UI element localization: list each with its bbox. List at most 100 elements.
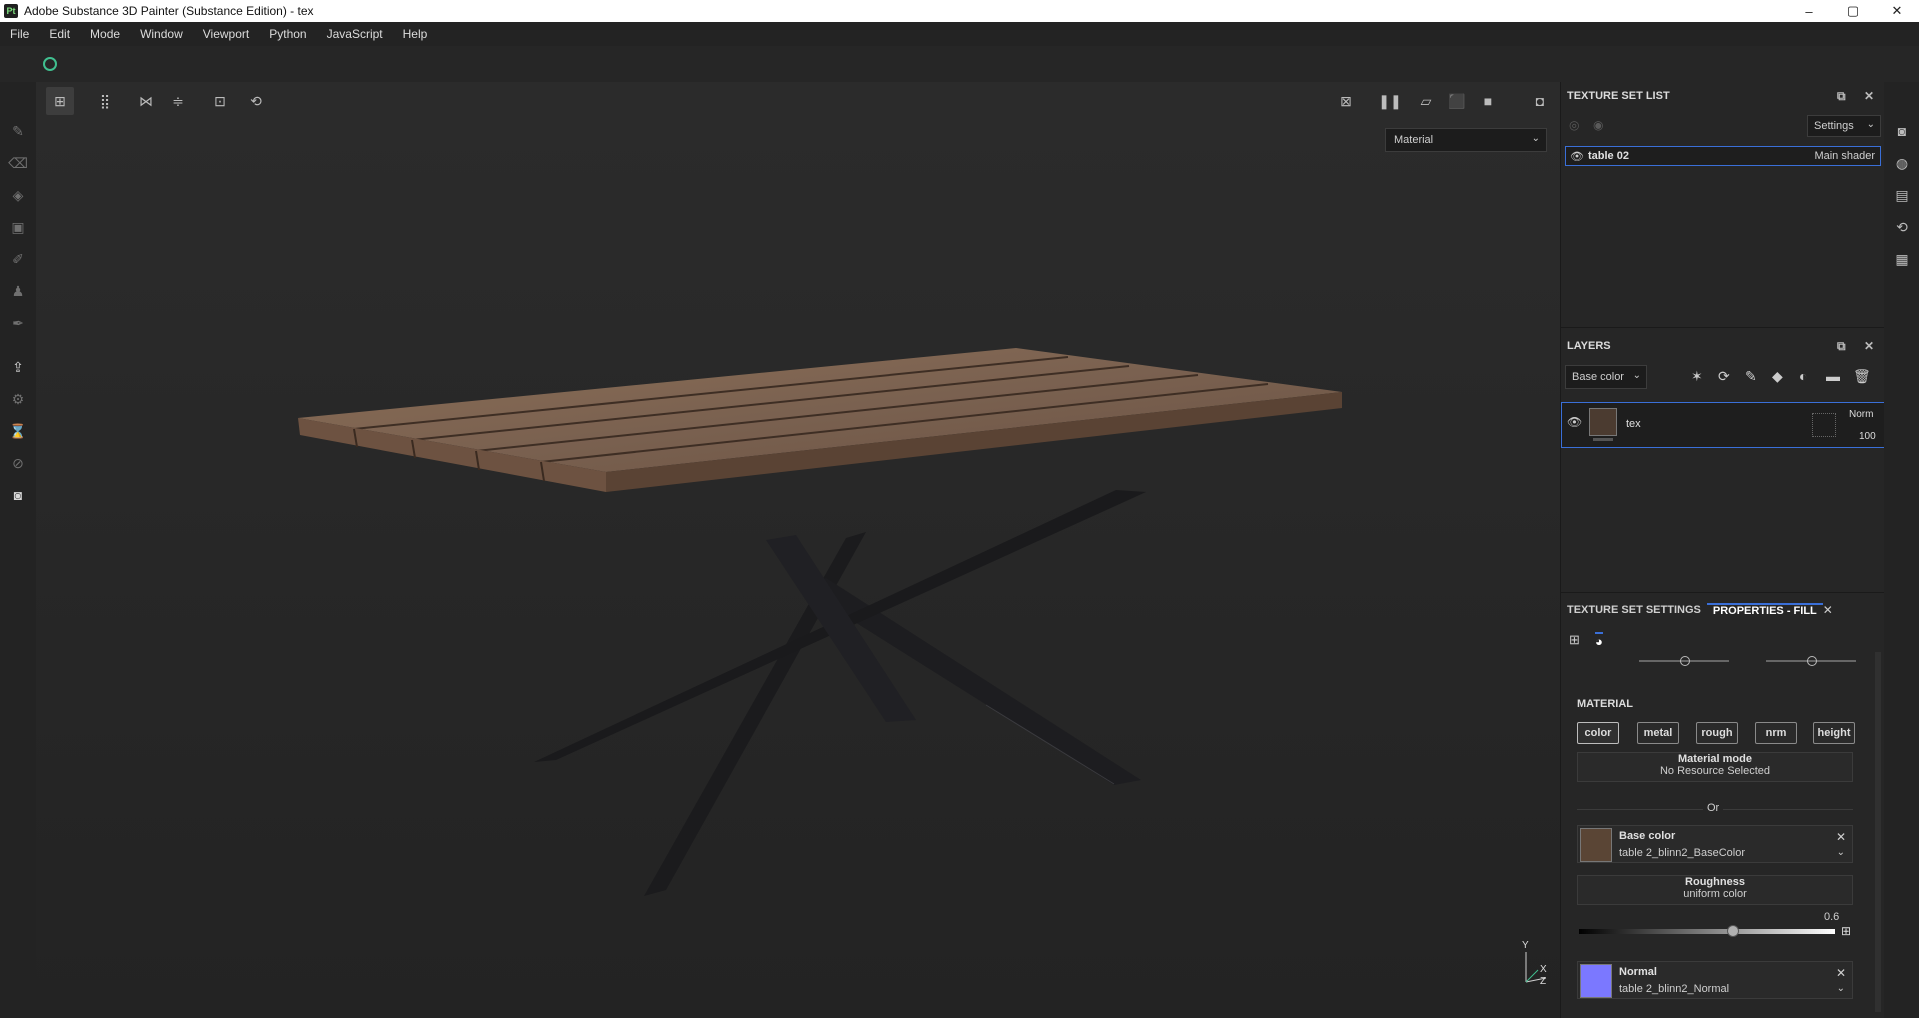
normal-box[interactable]: Normal table 2_blinn2_Normal ✕ ⌄	[1577, 961, 1853, 999]
shader-settings-icon[interactable]: ◍	[1893, 154, 1911, 172]
base-color-thumbnail	[1580, 828, 1612, 862]
shader-name[interactable]: Main shader	[1814, 150, 1875, 162]
camera-icon[interactable]: ■	[1474, 87, 1502, 115]
layer-name[interactable]: tex	[1626, 418, 1641, 430]
mirror-y-icon[interactable]: ≑	[164, 87, 192, 115]
add-view-icon[interactable]: ⊡	[206, 87, 234, 115]
texture-set-item[interactable]: 👁 table 02 Main shader	[1565, 146, 1881, 166]
paint-brush-icon[interactable]: ✎	[9, 122, 27, 140]
layers-title: LAYERS	[1567, 340, 1611, 352]
float-panel-icon[interactable]: ⧉	[1837, 89, 1846, 104]
layer-visibility-icon[interactable]: 👁	[1567, 415, 1582, 429]
annotation-icon[interactable]: ◙	[9, 486, 27, 504]
divider	[1561, 592, 1885, 593]
geometry-mask-icon[interactable]: ▣	[9, 218, 27, 236]
layer-thumbnail	[1589, 408, 1617, 436]
roughness-slider[interactable]	[1579, 929, 1835, 934]
menu-javascript[interactable]: JavaScript	[317, 27, 393, 41]
history-icon[interactable]: ⟲	[242, 87, 270, 115]
close-tab-icon[interactable]: ✕	[1823, 603, 1833, 617]
smart-material-icon[interactable]: ⟳	[1718, 368, 1730, 385]
bake-icon[interactable]: ⚙	[9, 390, 27, 408]
smudge-icon[interactable]: ✐	[9, 250, 27, 268]
mirror-x-icon[interactable]: ⋈	[132, 87, 160, 115]
viewport-material-select[interactable]: Material ⌄	[1385, 128, 1547, 152]
projection-icon[interactable]: ◈	[9, 186, 27, 204]
close-panel-icon[interactable]: ✕	[1864, 339, 1874, 353]
roughness-title: Roughness	[1685, 876, 1745, 888]
add-paint-layer-icon[interactable]: ✎	[1745, 368, 1757, 385]
blend-mode[interactable]: Norm	[1849, 409, 1873, 420]
screenshot-icon[interactable]: ◘	[1526, 87, 1554, 115]
channel-rough-button[interactable]: rough	[1696, 722, 1738, 744]
display-settings-icon[interactable]: ◙	[1893, 122, 1911, 140]
menu-help[interactable]: Help	[393, 27, 438, 41]
slider-handle[interactable]	[1680, 656, 1690, 666]
add-mask-icon[interactable]: ◐	[1799, 368, 1807, 384]
clear-normal-icon[interactable]: ✕	[1836, 966, 1846, 980]
maximize-button[interactable]: ▢	[1831, 0, 1875, 22]
channel-nrm-button[interactable]: nrm	[1755, 722, 1797, 744]
channel-label: Base color	[1572, 371, 1624, 383]
effects-icon[interactable]: ✶	[1691, 368, 1703, 385]
mask-placeholder[interactable]	[1812, 413, 1836, 437]
show-icon[interactable]: ◉	[1593, 118, 1603, 132]
pause-icon[interactable]: ❚❚	[1376, 87, 1404, 115]
menu-window[interactable]: Window	[130, 27, 193, 41]
grid-view-icon[interactable]: ⊞	[46, 87, 74, 115]
chevron-down-icon[interactable]: ⌄	[1837, 983, 1845, 994]
close-panel-icon[interactable]: ✕	[1864, 89, 1874, 103]
roughness-slider-handle[interactable]	[1727, 925, 1739, 937]
hide-icon[interactable]: ◎	[1569, 118, 1579, 132]
uv-icon[interactable]: ⊘	[9, 454, 27, 472]
base-color-title: Base color	[1619, 830, 1676, 842]
material-tab-icon[interactable]: ◕	[1595, 632, 1603, 649]
hide-ui-icon[interactable]: ⊠	[1332, 87, 1360, 115]
layer-row[interactable]: 👁 tex Norm 100	[1561, 402, 1885, 448]
clone-stamp-icon[interactable]: ♟	[9, 282, 27, 300]
add-folder-icon[interactable]: ▬	[1826, 368, 1840, 384]
channel-height-button[interactable]: height	[1813, 722, 1855, 744]
add-fill-layer-icon[interactable]: ◆	[1772, 368, 1783, 385]
layer-opacity[interactable]: 100	[1859, 431, 1876, 442]
menu-edit[interactable]: Edit	[39, 27, 80, 41]
properties-scrollbar[interactable]	[1875, 652, 1881, 1012]
tile-view-icon[interactable]: ⣿	[91, 87, 119, 115]
channel-metal-button[interactable]: metal	[1637, 722, 1679, 744]
color-picker-icon[interactable]: ✒	[9, 314, 27, 332]
layer-thumbnail-bar	[1593, 438, 1613, 441]
menu-viewport[interactable]: Viewport	[193, 27, 259, 41]
material-mode-box[interactable]: Material mode No Resource Selected	[1577, 752, 1853, 782]
export-icon[interactable]: ⇪	[9, 358, 27, 376]
minimize-button[interactable]: –	[1787, 0, 1831, 22]
randomize-icon[interactable]: ⊞	[1841, 924, 1851, 938]
float-panel-icon[interactable]: ⧉	[1837, 339, 1846, 354]
tool-sidebar: ✎ ⌫ ◈ ▣ ✐ ♟ ✒ ⇪ ⚙ ⌛ ⊘ ◙	[0, 82, 37, 1018]
3d-viewport[interactable]: Y X Z	[36, 120, 1560, 1010]
eraser-icon[interactable]: ⌫	[8, 154, 28, 172]
base-color-box[interactable]: Base color table 2_blinn2_BaseColor ✕ ⌄	[1577, 825, 1853, 863]
display-mode-icon[interactable]: ▱	[1412, 87, 1440, 115]
slider-handle[interactable]	[1807, 656, 1817, 666]
delete-layer-icon[interactable]: 🗑	[1853, 368, 1871, 385]
visibility-eye-icon[interactable]: 👁	[1570, 150, 1584, 163]
tab-properties-fill[interactable]: PROPERTIES - FILL	[1706, 603, 1823, 617]
menu-mode[interactable]: Mode	[80, 27, 130, 41]
menu-python[interactable]: Python	[259, 27, 316, 41]
chevron-down-icon[interactable]: ⌄	[1837, 847, 1845, 858]
channel-color-button[interactable]: color	[1577, 722, 1619, 744]
channel-dropdown[interactable]: Base color ⌄	[1565, 365, 1647, 389]
close-button[interactable]: ✕	[1875, 0, 1919, 22]
menu-file[interactable]: File	[0, 27, 39, 41]
roughness-box[interactable]: Roughness uniform color	[1577, 875, 1853, 905]
settings-dropdown[interactable]: Settings ⌄	[1807, 115, 1881, 137]
history-icon[interactable]: ⟲	[1893, 218, 1911, 236]
axis-gizmo: Y X Z	[1516, 940, 1556, 990]
measure-icon[interactable]: ⌛	[9, 422, 27, 440]
log-icon[interactable]: ▦	[1893, 250, 1911, 268]
assets-icon[interactable]: ▤	[1893, 186, 1911, 204]
cube-icon[interactable]: ⬛	[1443, 87, 1471, 115]
fill-settings-icon[interactable]: ⊞	[1569, 632, 1580, 648]
clear-base-color-icon[interactable]: ✕	[1836, 830, 1846, 844]
tab-texture-set-settings[interactable]: TEXTURE SET SETTINGS	[1561, 604, 1707, 616]
